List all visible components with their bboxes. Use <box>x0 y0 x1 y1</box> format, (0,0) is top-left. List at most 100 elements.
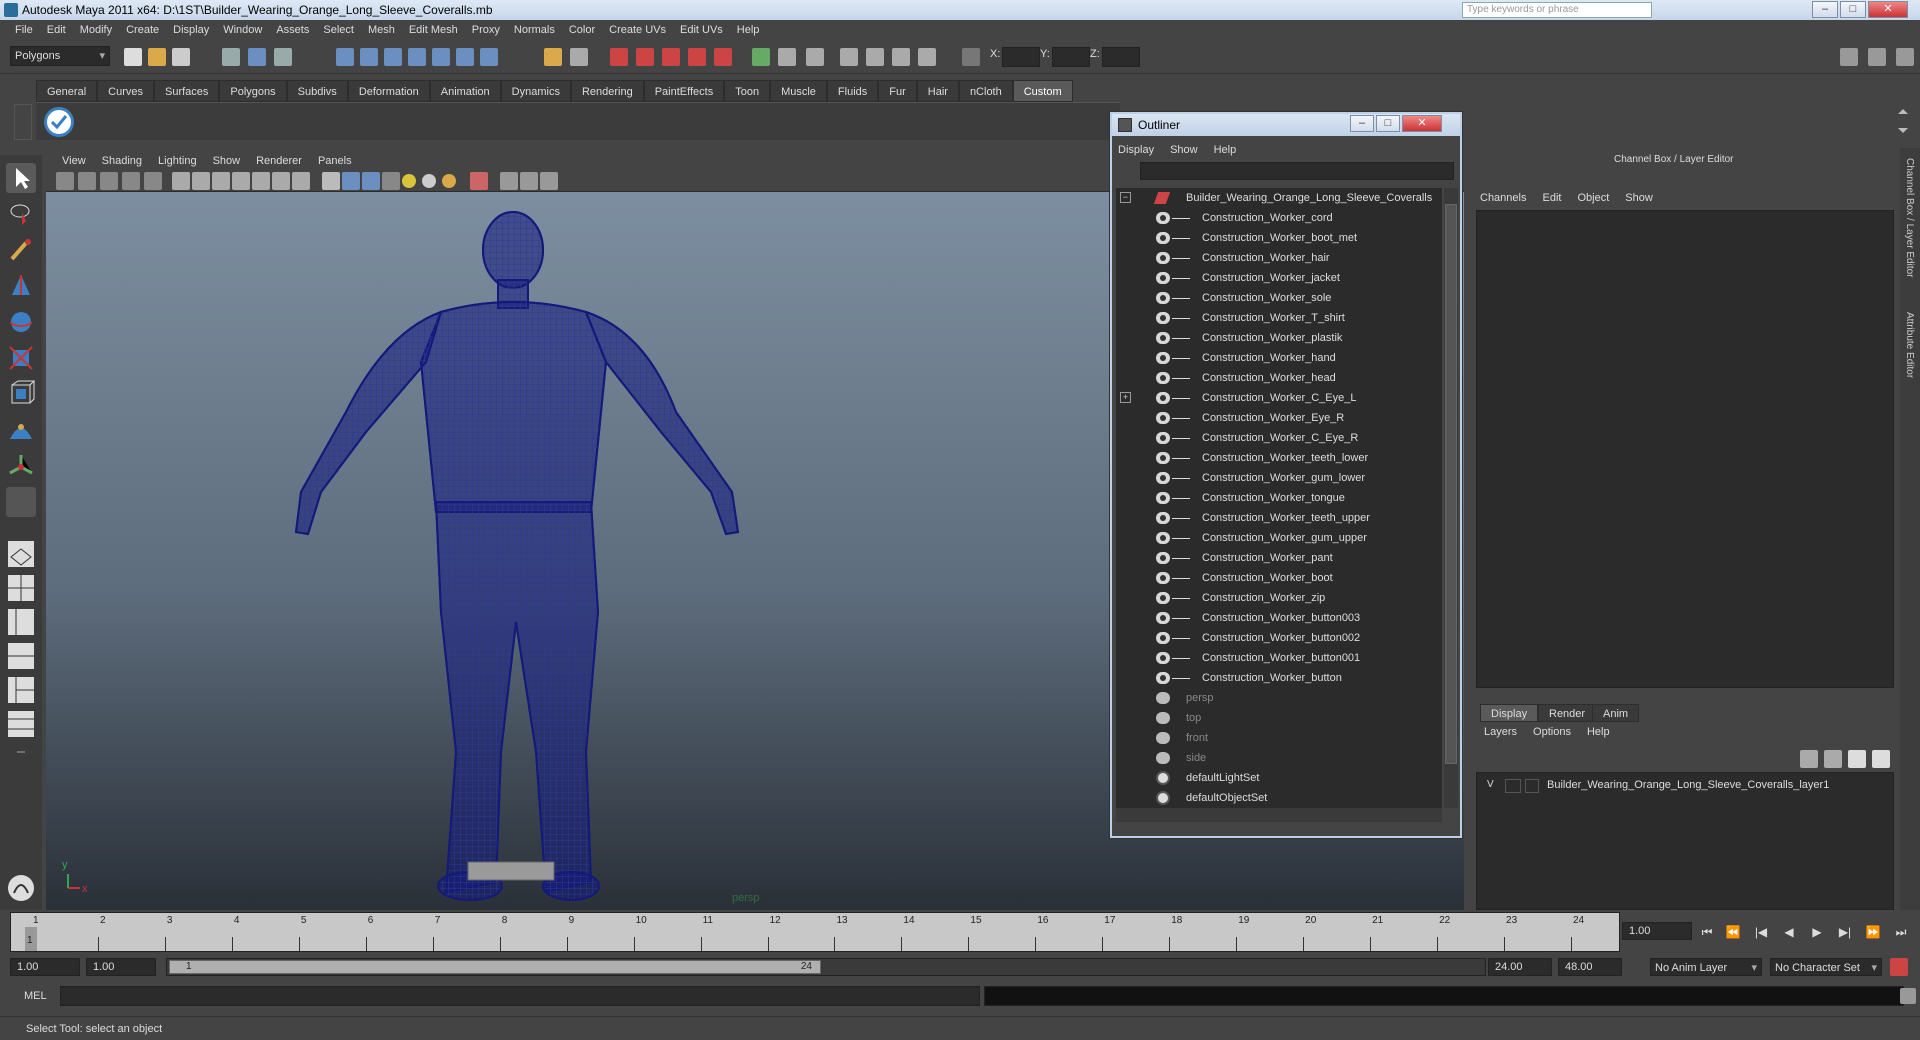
outliner-filter-input[interactable] <box>1140 162 1454 180</box>
y-field[interactable] <box>1052 47 1090 67</box>
resolution-gate-icon[interactable] <box>212 172 230 190</box>
wireframe-icon[interactable] <box>322 172 340 190</box>
panel-menu-renderer[interactable]: Renderer <box>248 155 310 167</box>
hypershade-persp-layout-icon[interactable] <box>6 675 36 705</box>
select-hierarchy-icon[interactable] <box>222 48 240 66</box>
outliner-set-item[interactable]: defaultLightSet <box>1116 768 1436 788</box>
bookmark-icon[interactable] <box>100 172 118 190</box>
render-view-icon[interactable] <box>714 48 732 66</box>
numeric-input-icon[interactable] <box>962 48 980 66</box>
select-object-icon[interactable] <box>248 48 266 66</box>
outliner-item[interactable]: Construction_Worker_pant <box>1116 548 1436 568</box>
outliner-item[interactable]: Construction_Worker_head <box>1116 368 1436 388</box>
layer-help-menu[interactable]: Help <box>1587 726 1610 738</box>
panel-menu-shading[interactable]: Shading <box>94 155 150 167</box>
layout-expand-icon[interactable] <box>6 745 36 759</box>
outliner-minimize-button[interactable]: – <box>1350 115 1374 132</box>
help-search-input[interactable]: Type keywords or phrase <box>1462 2 1652 18</box>
persp-graph-hypergraph-layout-icon[interactable] <box>6 709 36 739</box>
channels-menu[interactable]: Channels <box>1480 192 1526 204</box>
field-chart-icon[interactable] <box>252 172 270 190</box>
shelf-tab-surfaces[interactable]: Surfaces <box>153 80 220 102</box>
script-editor-icon[interactable] <box>1900 988 1916 1004</box>
shelf-tab-polygons[interactable]: Polygons <box>219 80 287 102</box>
menu-proxy[interactable]: Proxy <box>465 24 507 36</box>
new-layer-selected-icon[interactable] <box>1824 750 1842 768</box>
outliner-item[interactable]: Construction_Worker_gum_upper <box>1116 528 1436 548</box>
go-to-end-button[interactable]: ⏭ <box>1892 924 1910 940</box>
four-view-layout-icon[interactable] <box>6 573 36 603</box>
menu-create[interactable]: Create <box>119 24 166 36</box>
snap-plane-icon[interactable] <box>408 48 426 66</box>
time-slider[interactable]: 1 2 3 4 5 6 7 8 9 10 11 12 13 14 15 16 17 18 19 20 21 22 23 24 … <box>10 912 1620 952</box>
outliner-horizontal-scrollbar[interactable] <box>1116 808 1442 822</box>
outliner-item[interactable]: Construction_Worker_button002 <box>1116 628 1436 648</box>
lock-icon[interactable] <box>544 48 562 66</box>
end-time-field[interactable]: 48.00 <box>1558 958 1622 976</box>
shelf-tab-animation[interactable]: Animation <box>429 80 501 102</box>
side-tab-attribute-editor[interactable]: Attribute Editor <box>1904 312 1915 378</box>
shelf-tab-rendering[interactable]: Rendering <box>570 80 644 102</box>
outliner-item[interactable]: Construction_Worker_gum_lower <box>1116 468 1436 488</box>
menu-set-dropdown[interactable]: Polygons <box>10 46 110 66</box>
menu-help[interactable]: Help <box>730 24 767 36</box>
range-slider-handle[interactable]: 1 24 <box>169 960 821 974</box>
render-icon[interactable] <box>610 48 628 66</box>
maya-logo-icon[interactable] <box>6 873 36 903</box>
range-slider[interactable]: 1 24 <box>166 958 1486 976</box>
layers-menu[interactable]: Layers <box>1484 726 1517 738</box>
shelf-tab-muscle[interactable]: Muscle <box>770 80 827 102</box>
shelf-options-icon[interactable] <box>14 104 32 140</box>
outliner-item[interactable]: Construction_Worker_cord <box>1116 208 1436 228</box>
channel-show-menu[interactable]: Show <box>1625 192 1653 204</box>
panel-menu-lighting[interactable]: Lighting <box>150 155 205 167</box>
maximize-button[interactable]: □ <box>1840 1 1866 18</box>
expand-icon[interactable]: + <box>1120 392 1131 403</box>
render-settings-icon[interactable] <box>662 48 680 66</box>
save-scene-icon[interactable] <box>172 48 190 66</box>
default-light-icon[interactable] <box>402 174 416 188</box>
shelf-tab-curves[interactable]: Curves <box>97 80 154 102</box>
character-mesh-part[interactable] <box>294 310 443 536</box>
step-back-frame-button[interactable]: |◀ <box>1752 924 1770 940</box>
layer-move-down-icon[interactable] <box>1872 750 1890 768</box>
input-output-icon[interactable] <box>752 48 770 66</box>
layer-tab-render[interactable]: Render <box>1538 704 1597 722</box>
snapshot-icon[interactable] <box>840 48 858 66</box>
layer-tab-anim[interactable]: Anim <box>1592 704 1640 722</box>
outliner-item[interactable]: Construction_Worker_jacket <box>1116 268 1436 288</box>
soft-modification-icon[interactable] <box>6 415 36 445</box>
gate-mask-icon[interactable] <box>232 172 250 190</box>
outliner-item[interactable]: Construction_Worker_Eye_R <box>1116 408 1436 428</box>
persp-outliner-layout-icon[interactable] <box>6 607 36 637</box>
rotate-tool-icon[interactable] <box>6 307 36 337</box>
character-mesh-part[interactable] <box>434 501 600 894</box>
outliner-item[interactable]: Construction_Worker_T_shirt <box>1116 308 1436 328</box>
layer-list[interactable]: V Builder_Wearing_Orange_Long_Sleeve_Cov… <box>1476 772 1894 910</box>
lasso-tool-icon[interactable] <box>6 199 36 229</box>
outliner-menu-display[interactable]: Display <box>1118 144 1154 156</box>
snap-point-icon[interactable] <box>384 48 402 66</box>
menu-color[interactable]: Color <box>562 24 602 36</box>
frame-icon[interactable] <box>570 48 588 66</box>
playback-start-field[interactable]: 1.00 <box>86 958 156 976</box>
last-used-tool-icon[interactable] <box>6 487 36 517</box>
menu-display[interactable]: Display <box>166 24 216 36</box>
snap-curve-icon[interactable] <box>360 48 378 66</box>
outliner-item[interactable]: Construction_Worker_hand <box>1116 348 1436 368</box>
menu-create-uvs[interactable]: Create UVs <box>602 24 673 36</box>
menu-file[interactable]: File <box>8 24 40 36</box>
layer-tab-display[interactable]: Display <box>1480 704 1539 722</box>
shelf-tab-dynamics[interactable]: Dynamics <box>500 80 571 102</box>
snap-surface-icon[interactable] <box>432 48 450 66</box>
show-manipulator-icon[interactable] <box>6 451 36 481</box>
ipr-render-icon[interactable] <box>636 48 654 66</box>
new-scene-icon[interactable] <box>124 48 142 66</box>
outliner-camera-item[interactable]: front <box>1116 728 1436 748</box>
outliner-item[interactable]: Construction_Worker_sole <box>1116 288 1436 308</box>
layer-type-toggle[interactable] <box>1505 779 1521 793</box>
platform-object[interactable] <box>467 861 555 881</box>
panel-menu-panels[interactable]: Panels <box>310 155 360 167</box>
step-back-key-button[interactable]: ⏪ <box>1724 924 1742 940</box>
outliner-item[interactable]: Construction_Worker_tongue <box>1116 488 1436 508</box>
